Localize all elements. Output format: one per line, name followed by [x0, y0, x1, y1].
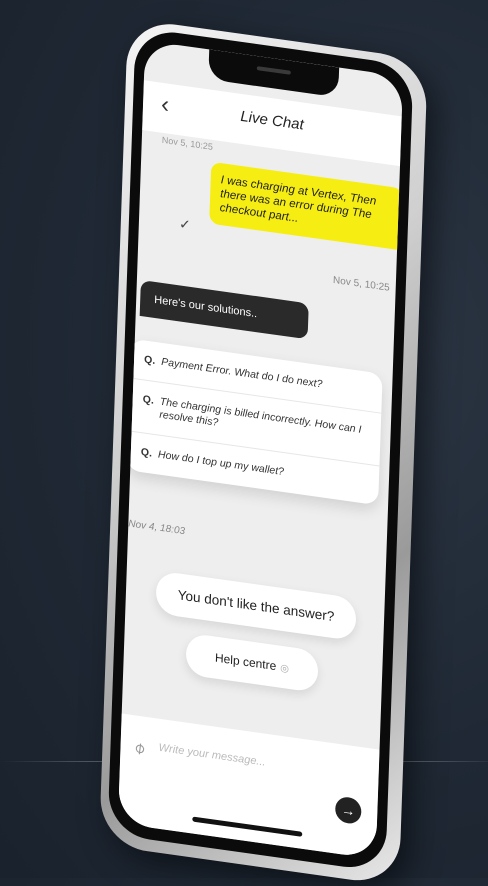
dislike-answer-label: You don't like the answer?: [177, 587, 335, 625]
user-message-timestamp: Nov 5, 10:25: [332, 274, 390, 294]
faq-q-label: Q.: [140, 446, 153, 460]
user-message-bubble: I was charging at Vertex, Then there was…: [209, 161, 404, 251]
dislike-answer-button[interactable]: You don't like the answer?: [155, 570, 357, 642]
paperclip-icon[interactable]: ⌀: [129, 737, 149, 759]
send-button[interactable]: →: [334, 795, 362, 826]
faq-question: How do I top up my wallet?: [157, 448, 285, 479]
faq-q-label: Q.: [142, 393, 155, 407]
faq-q-label: Q.: [143, 353, 156, 367]
phone-screen: ‹ Live Chat Nov 5, 10:25 I was charging …: [117, 40, 404, 860]
help-centre-label: Help centre: [214, 650, 277, 674]
chat-header: ‹ Live Chat: [142, 80, 402, 167]
check-icon: ✓: [178, 215, 192, 233]
message-input[interactable]: [156, 740, 331, 779]
home-indicator: [192, 816, 303, 837]
bot-message-timestamp: Nov 4, 18:03: [128, 518, 186, 538]
speaker: [256, 66, 291, 75]
help-centre-button[interactable]: Help centre ◎: [185, 632, 319, 693]
external-link-icon: ◎: [280, 662, 290, 675]
phone-mockup: ‹ Live Chat Nov 5, 10:25 I was charging …: [99, 18, 428, 886]
arrow-right-icon: →: [341, 801, 356, 820]
bot-message-bubble: Here's our solutions..: [139, 279, 309, 340]
faq-card: Q. Payment Error. What do I do next? Q. …: [126, 338, 383, 506]
